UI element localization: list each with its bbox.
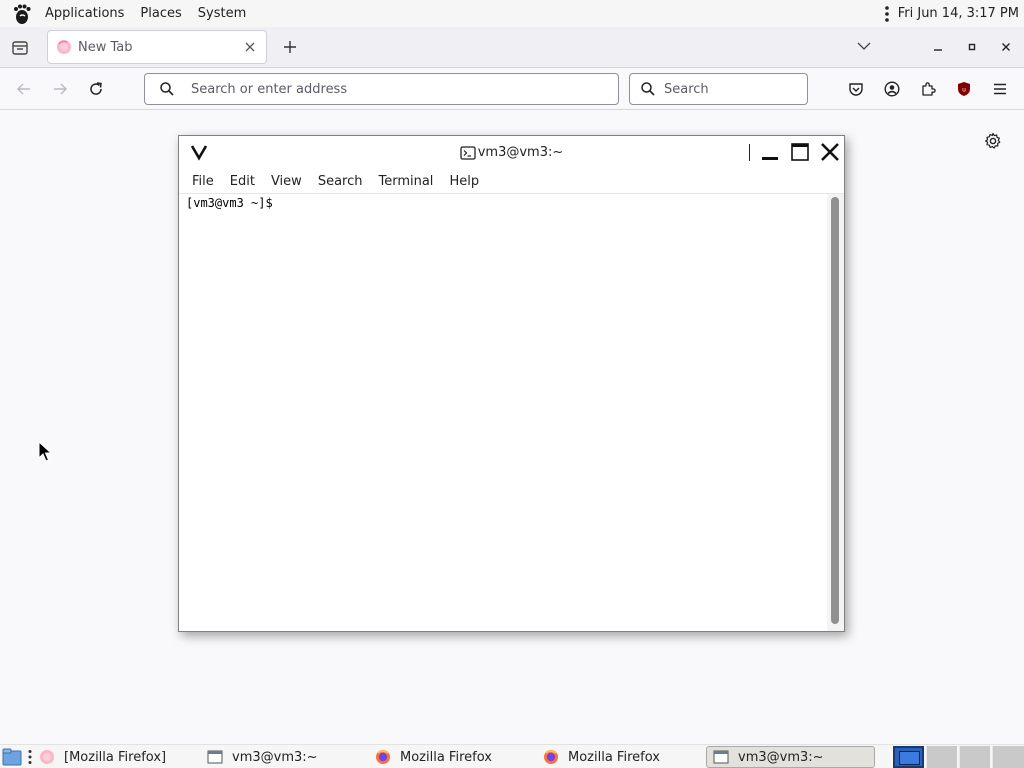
- menu-view[interactable]: View: [263, 174, 310, 189]
- extensions-icon[interactable]: [918, 79, 938, 99]
- new-tab-plus-icon[interactable]: [280, 37, 300, 57]
- workspace-1[interactable]: [893, 746, 924, 768]
- menu-help[interactable]: Help: [441, 174, 487, 189]
- firefox-icon: [56, 39, 72, 55]
- panel-kebab-icon[interactable]: [882, 5, 892, 22]
- search-icon: [640, 81, 656, 97]
- search-input[interactable]: [662, 80, 836, 98]
- taskbar-item[interactable]: [Mozilla Firefox]: [33, 746, 198, 768]
- pocket-icon[interactable]: [846, 79, 866, 99]
- top-panel: Applications Places System Fri Jun 14, 3…: [0, 0, 1024, 27]
- address-bar[interactable]: [144, 73, 619, 105]
- firefox-icon: [543, 749, 559, 765]
- terminal-window-icon: [713, 749, 729, 765]
- taskbar-item[interactable]: Mozilla Firefox: [537, 746, 702, 768]
- tab-close-icon[interactable]: [242, 39, 258, 55]
- svg-text:u: u: [962, 87, 966, 94]
- terminal-window[interactable]: vm3@vm3:~ File Edit View Search Terminal…: [178, 135, 845, 632]
- search-icon: [159, 81, 175, 97]
- menu-edit[interactable]: Edit: [222, 174, 263, 189]
- places-menu[interactable]: Places: [132, 0, 189, 27]
- applications-menu[interactable]: Applications: [37, 0, 132, 27]
- ublock-icon[interactable]: u: [954, 79, 974, 99]
- terminal-maximize-icon[interactable]: [789, 141, 811, 163]
- terminal-title: vm3@vm3:~: [179, 136, 844, 169]
- terminal-close-icon[interactable]: [819, 141, 841, 163]
- terminal-content[interactable]: [vm3@vm3 ~]$: [179, 194, 827, 631]
- mouse-pointer-icon: [38, 441, 52, 463]
- window-close-icon[interactable]: [997, 38, 1015, 56]
- workspace-3[interactable]: [959, 746, 990, 768]
- reload-icon[interactable]: [86, 79, 106, 99]
- address-input[interactable]: [189, 80, 618, 98]
- window-minimize-icon[interactable]: [929, 38, 947, 56]
- app-menu-hamburger-icon[interactable]: [990, 79, 1010, 99]
- taskbar-item-label: vm3@vm3:~: [232, 749, 318, 765]
- shell-prompt: [vm3@vm3 ~]$: [186, 196, 280, 210]
- firefox-icon: [39, 749, 55, 765]
- taskbar-item-label: vm3@vm3:~: [738, 749, 824, 765]
- forward-icon[interactable]: [50, 79, 70, 99]
- clock[interactable]: Fri Jun 14, 3:17 PM: [898, 6, 1019, 21]
- taskbar-item-active[interactable]: vm3@vm3:~: [706, 746, 875, 768]
- menu-file[interactable]: File: [184, 174, 222, 189]
- tab-title: New Tab: [78, 39, 133, 55]
- workspace-4[interactable]: [992, 746, 1024, 768]
- terminal-title-text: vm3@vm3:~: [477, 145, 564, 160]
- taskbar-item-label: [Mozilla Firefox]: [64, 749, 167, 765]
- tab-strip: New Tab: [0, 27, 1024, 68]
- titlebar-separator: [749, 144, 750, 161]
- terminal-scrollbar-thumb[interactable]: [831, 197, 839, 624]
- taskbar-item[interactable]: Mozilla Firefox: [369, 746, 534, 768]
- window-maximize-icon[interactable]: [963, 38, 981, 56]
- gnome-foot-icon[interactable]: [11, 3, 33, 25]
- back-icon[interactable]: [14, 79, 34, 99]
- menu-terminal[interactable]: Terminal: [370, 174, 441, 189]
- firefox-icon: [375, 749, 391, 765]
- tab-new-tab[interactable]: New Tab: [47, 30, 267, 64]
- account-icon[interactable]: [882, 79, 902, 99]
- navigation-toolbar: u: [0, 68, 1024, 110]
- terminal-menubar: File Edit View Search Terminal Help: [179, 169, 844, 194]
- taskbar-item-label: Mozilla Firefox: [400, 749, 492, 765]
- terminal-scrollbar[interactable]: [827, 194, 844, 631]
- list-all-tabs-chevron-icon[interactable]: [855, 37, 873, 55]
- firefox-view-icon[interactable]: [9, 37, 31, 59]
- search-bar[interactable]: [629, 73, 836, 105]
- terminal-titlebar[interactable]: vm3@vm3:~: [179, 136, 844, 169]
- taskbar-item[interactable]: vm3@vm3:~: [201, 746, 366, 768]
- customize-newtab-gear-icon[interactable]: [984, 132, 1002, 150]
- workspace-2[interactable]: [926, 746, 957, 768]
- menu-search[interactable]: Search: [310, 174, 371, 189]
- terminal-prompt-icon: [460, 145, 476, 160]
- taskbar-item-label: Mozilla Firefox: [568, 749, 660, 765]
- system-menu[interactable]: System: [190, 0, 254, 27]
- show-desktop-icon[interactable]: [2, 748, 22, 766]
- terminal-window-icon: [207, 749, 223, 765]
- terminal-minimize-icon[interactable]: [759, 141, 781, 163]
- bottom-taskbar: [Mozilla Firefox] vm3@vm3:~ Mozilla Fire…: [0, 744, 1024, 768]
